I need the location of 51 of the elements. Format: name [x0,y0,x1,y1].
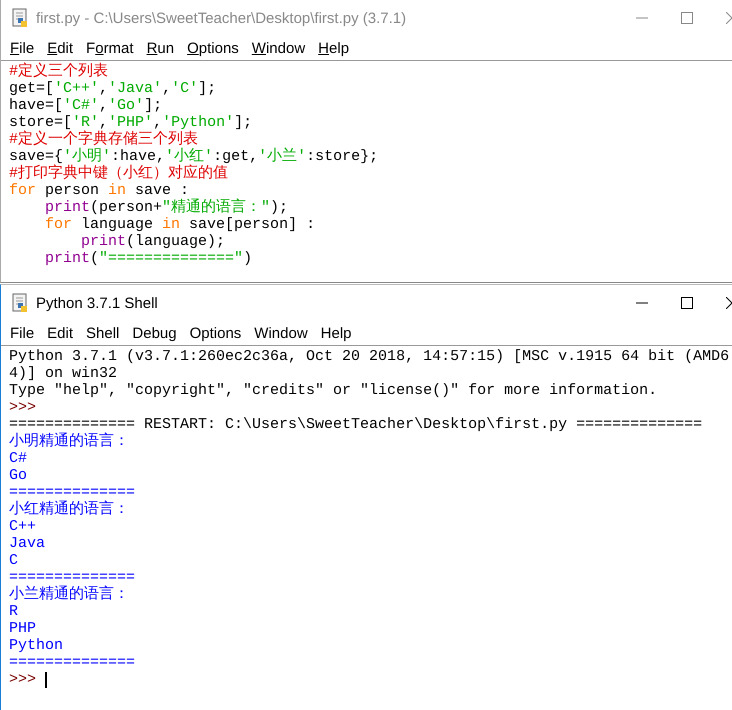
output-line: C++ [9,518,36,535]
output-line: 小红精通的语言： [9,501,129,518]
menu-item[interactable]: Shell [86,324,120,342]
output-line: Python 3.7.1 (v3.7.1:260ec2c36a, Oct 20 2018, 14:57:15) [MSC v.1915 64 bit (AMD6 [9,348,730,365]
code-line: print(language); [80,233,226,250]
code-line: store=['R','PHP','Python']; [9,114,254,131]
output-line: PHP [9,620,36,637]
output-line: ============== [9,569,136,586]
prompt-text: >>> [9,399,36,416]
output-line: 小兰精通的语言： [9,586,129,603]
menu-item[interactable]: Help [318,40,350,56]
python-file-icon [11,8,29,28]
code-line: print("==============") [44,250,254,267]
code-line: for person in save : [9,182,190,199]
output-line: ============== [9,654,136,671]
output-line: ============== RESTART: C:\Users\SweetTeacher\Desktop\first.py ============== [9,416,702,433]
menu-item[interactable]: Run [146,40,174,56]
output-line: 小明精通的语言： [9,433,129,450]
window-title: Python 3.7.1 Shell [36,294,158,312]
output-line: R [9,603,18,620]
prompt-text: >>> [9,671,36,688]
code-line: have=['C#','Go']; [9,97,164,114]
code-line: #定义三个列表 [9,63,110,80]
code-line: print(person+"精通的语言："); [44,199,290,216]
output-line: Python [9,637,64,654]
maximize-icon[interactable] [681,297,693,309]
code-line: for language in save[person] : [44,216,316,233]
output-line: Java [9,535,46,552]
menu-item[interactable]: File [10,324,34,342]
menu-item[interactable]: Options [190,324,242,342]
python-file-icon [11,293,29,313]
menu-item[interactable]: File [10,40,34,56]
code-line: get=['C++','Java','C']; [9,80,218,97]
menu-item[interactable]: Debug [132,324,177,342]
menu-item[interactable]: Edit [47,324,74,342]
menu-item[interactable]: Window [252,40,306,56]
menu-item[interactable]: Help [320,324,352,342]
output-line: Type "help", "copyright", "credits" or "license()" for more information. [9,382,658,399]
code-line: #打印字典中键（小红）对应的值 [9,165,230,182]
output-line: C [9,552,18,569]
code-line: save={'小明':have,'小红':get,'小兰':store}; [9,148,380,165]
output-line: C# [9,450,28,467]
output-line: ============== [9,484,136,501]
output-line: Go [9,467,28,484]
menu-item[interactable]: Edit [47,40,74,56]
menu-item[interactable]: Window [254,324,308,342]
window-title: first.py - C:\Users\SweetTeacher\Desktop\first.py (3.7.1) [36,10,406,26]
code-line: #定义一个字典存储三个列表 [9,131,200,148]
menu-item[interactable]: Options [187,40,239,56]
output-line: 4)] on win32 [9,365,118,382]
menu-item[interactable]: Format [86,40,134,56]
